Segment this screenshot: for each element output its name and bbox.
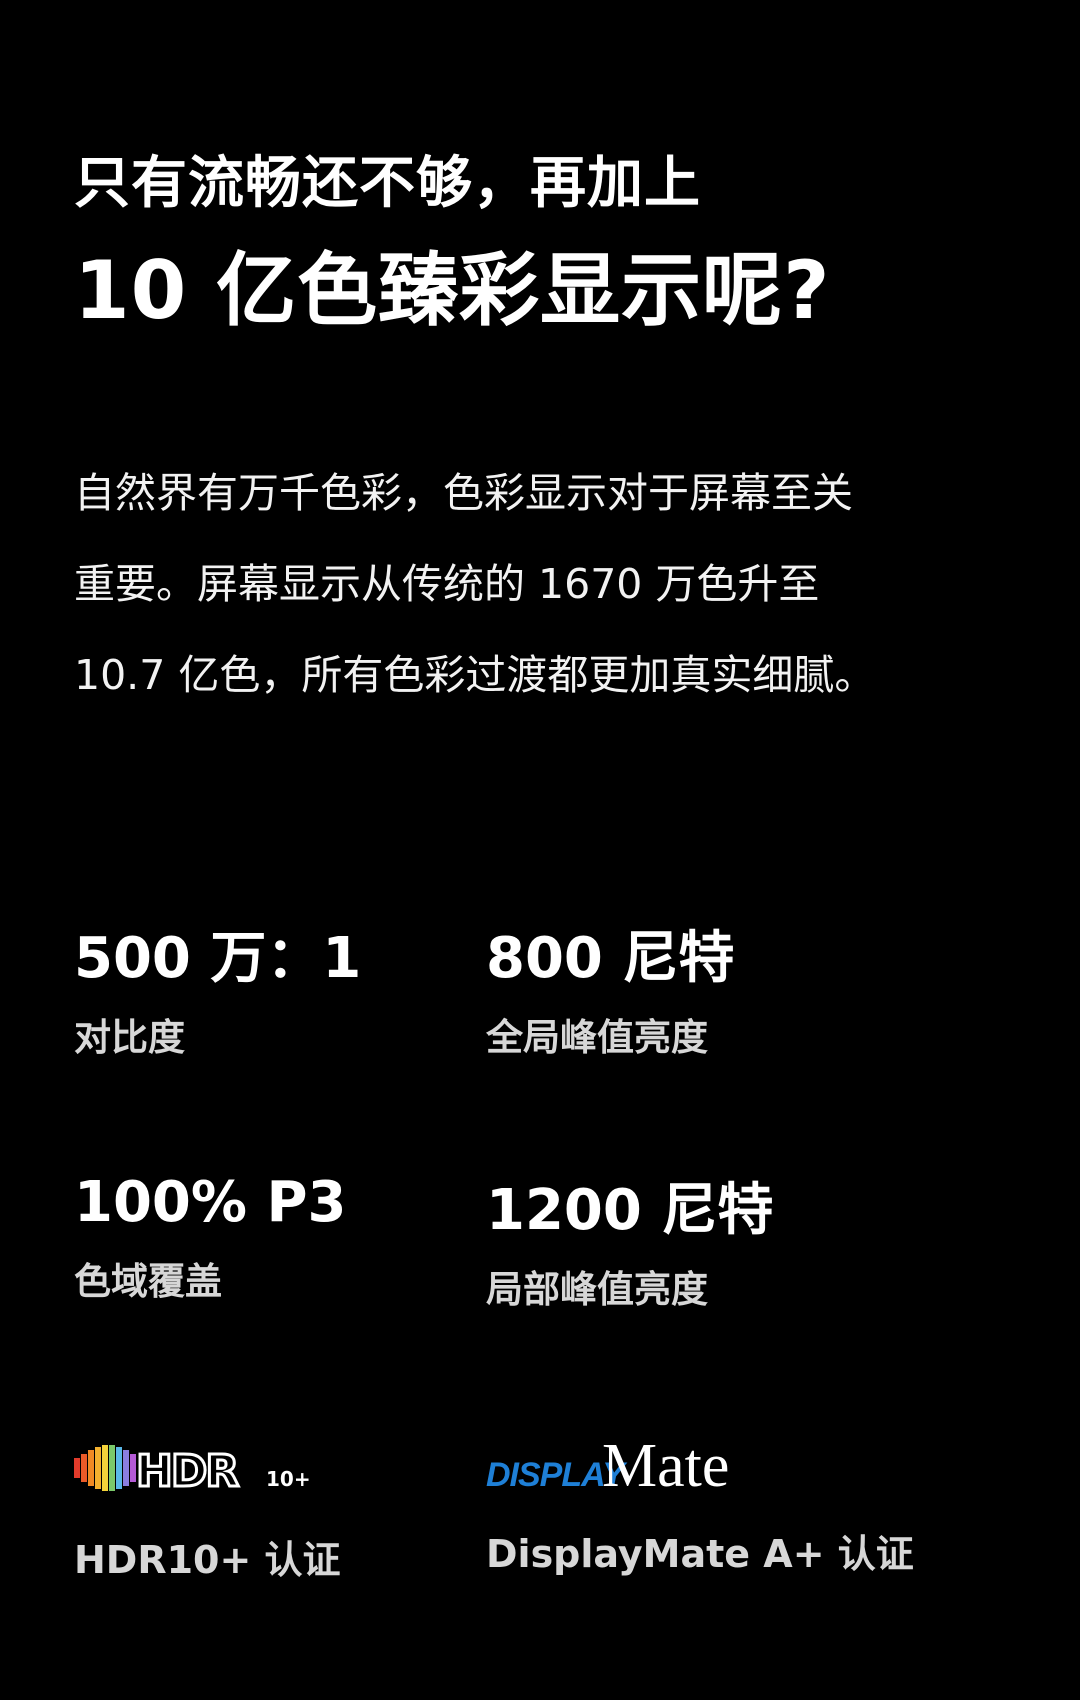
headline: 只有流畅还不够，再加上 10 亿色臻彩显示呢? bbox=[74, 150, 831, 335]
body-line-3: 10.7 亿色，所有色彩过渡都更加真实细腻。 bbox=[74, 651, 876, 699]
headline-line-2: 10 亿色臻彩显示呢? bbox=[74, 244, 831, 338]
hdr10plus-logo: HDR 10+ bbox=[74, 1445, 311, 1496]
body-line-2: 重要。屏幕显示从传统的 1670 万色升至 bbox=[74, 560, 820, 608]
spec-global-brightness-value: 800 尼特 bbox=[486, 926, 735, 991]
spec-global-brightness: 800 尼特 全局峰值亮度 bbox=[486, 928, 734, 1058]
spec-gamut-value: 100% P3 bbox=[74, 1170, 347, 1235]
body-paragraph: 自然界有万千色彩，色彩显示对于屏幕至关 重要。屏幕显示从传统的 1670 万色升… bbox=[74, 448, 974, 721]
displaymate-white-text: Mate bbox=[602, 1432, 729, 1496]
hdr-color-stripes bbox=[74, 1445, 136, 1491]
spec-contrast-label: 对比度 bbox=[74, 1015, 185, 1059]
body-line-1: 自然界有万千色彩，色彩显示对于屏幕至关 bbox=[74, 469, 853, 517]
spec-contrast: 500 万：1 对比度 bbox=[74, 928, 361, 1058]
headline-line-1: 只有流畅还不够，再加上 bbox=[74, 151, 701, 216]
cert-displaymate: DisplayMate A+ 认证 bbox=[486, 1532, 914, 1576]
displaymate-logo: DISPLAY Mate bbox=[486, 1432, 729, 1496]
cert-hdr10plus: HDR10+ 认证 bbox=[74, 1538, 341, 1582]
spec-gamut-label: 色域覆盖 bbox=[74, 1259, 222, 1303]
hdr-wordmark: HDR bbox=[136, 1446, 238, 1496]
spec-contrast-value: 500 万：1 bbox=[74, 926, 362, 991]
spec-local-brightness-label: 局部峰值亮度 bbox=[486, 1267, 708, 1311]
cert-displaymate-label: DisplayMate A+ 认证 bbox=[486, 1532, 914, 1576]
hdr-suffix: 10+ bbox=[266, 1467, 311, 1491]
spec-gamut: 100% P3 色域覆盖 bbox=[74, 1172, 347, 1302]
cert-hdr10plus-label: HDR10+ 认证 bbox=[74, 1538, 341, 1582]
spec-local-brightness: 1200 尼特 局部峰值亮度 bbox=[486, 1180, 773, 1310]
spec-global-brightness-label: 全局峰值亮度 bbox=[486, 1015, 708, 1059]
spec-local-brightness-value: 1200 尼特 bbox=[486, 1178, 774, 1243]
